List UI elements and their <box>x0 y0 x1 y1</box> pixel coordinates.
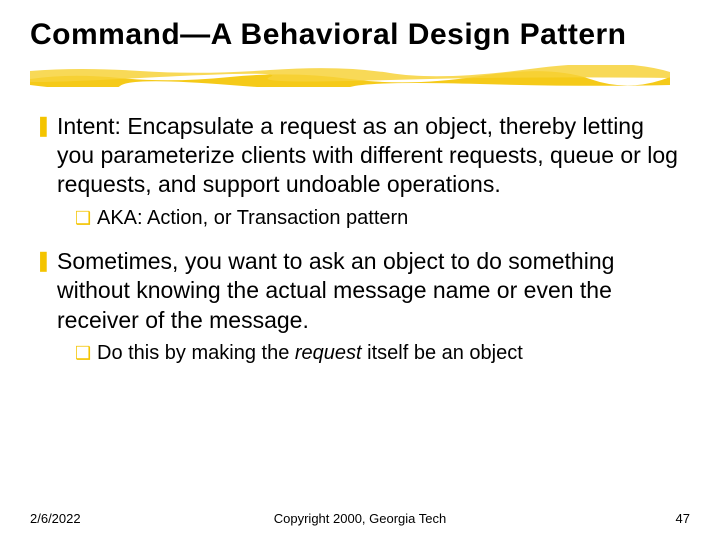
bullet-icon: ❚ <box>35 112 57 200</box>
footer-copyright: Copyright 2000, Georgia Tech <box>274 511 446 526</box>
bullet-text: Sometimes, you want to ask an object to … <box>57 247 685 335</box>
bullet-item: ❚ Intent: Encapsulate a request as an ob… <box>35 112 685 200</box>
footer-date: 2/6/2022 <box>30 511 81 526</box>
sub-bullet-item: ❑ AKA: Action, or Transaction pattern <box>75 206 685 231</box>
sub-bullet-icon: ❑ <box>75 341 97 366</box>
title-underline <box>0 59 720 92</box>
bullet-text: Intent: Encapsulate a request as an obje… <box>57 112 685 200</box>
slide-body: ❚ Intent: Encapsulate a request as an ob… <box>0 92 720 367</box>
sub-bullet-icon: ❑ <box>75 206 97 231</box>
sub-bullet-text: AKA: Action, or Transaction pattern <box>97 206 685 231</box>
bullet-icon: ❚ <box>35 247 57 335</box>
sub-bullet-item: ❑ Do this by making the request itself b… <box>75 341 685 366</box>
sub-bullet-text: Do this by making the request itself be … <box>97 341 685 366</box>
bullet-item: ❚ Sometimes, you want to ask an object t… <box>35 247 685 335</box>
slide-footer: 2/6/2022 Copyright 2000, Georgia Tech 47 <box>0 511 720 526</box>
footer-page-number: 47 <box>676 511 690 526</box>
slide-title: Command—A Behavioral Design Pattern <box>0 0 720 59</box>
